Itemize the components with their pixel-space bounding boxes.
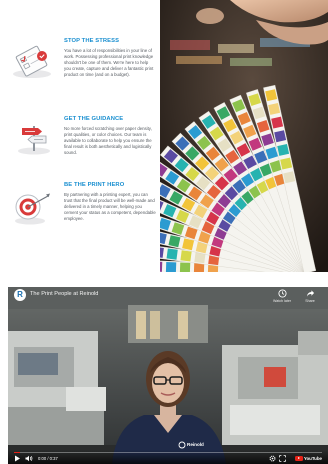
settings-icon[interactable] — [269, 455, 276, 462]
feature-body: By partnering with a printing expert, yo… — [64, 192, 156, 222]
shirt-logo-text: Reinold — [187, 442, 204, 447]
feature-list: STOP THE STRESS You have a lot of respon… — [0, 0, 160, 272]
color-swatch-photo — [160, 0, 328, 272]
swatch-fan-image — [160, 0, 328, 272]
feature-section: STOP THE STRESS You have a lot of respon… — [0, 0, 328, 272]
fullscreen-icon[interactable] — [279, 455, 286, 462]
volume-icon[interactable] — [25, 455, 33, 462]
checklist-icon — [13, 45, 51, 78]
video-controls: 0:00 / 0:37 YouTube — [8, 450, 328, 464]
feature-title: STOP THE STRESS — [64, 38, 120, 44]
watch-later-label: Watch later — [272, 299, 292, 303]
clock-icon — [277, 289, 287, 298]
feature-title: BE THE PRINT HERO — [64, 182, 125, 188]
progress-fill — [14, 451, 21, 453]
feature-title: GET THE GUIDANCE — [64, 116, 124, 122]
share-icon — [306, 290, 314, 297]
progress-bar[interactable] — [14, 451, 322, 453]
youtube-play-icon — [294, 455, 303, 461]
video-player[interactable]: Reinold R The Print People at Reinold Wa… — [8, 287, 328, 464]
feature-body: You have a lot of responsibilities in yo… — [64, 48, 154, 78]
feature-item: GET THE GUIDANCE No more forced scratchi… — [0, 116, 160, 176]
channel-logo[interactable]: R — [14, 289, 26, 301]
youtube-logo[interactable]: YouTube — [294, 455, 322, 462]
feature-item: STOP THE STRESS You have a lot of respon… — [0, 38, 160, 102]
time-display: 0:00 / 0:37 — [38, 456, 58, 461]
video-title[interactable]: The Print People at Reinold — [30, 291, 98, 297]
feature-item: BE THE PRINT HERO By partnering with a p… — [0, 182, 160, 242]
share-button[interactable]: Share — [298, 289, 322, 303]
target-icon — [15, 193, 50, 225]
feature-body: No more forced scratching over paper den… — [64, 126, 152, 156]
share-label: Share — [305, 299, 315, 303]
watch-later-button[interactable]: Watch later — [270, 289, 294, 303]
video-frame — [8, 287, 328, 464]
signpost-icon — [18, 126, 50, 155]
play-icon[interactable] — [14, 455, 21, 462]
